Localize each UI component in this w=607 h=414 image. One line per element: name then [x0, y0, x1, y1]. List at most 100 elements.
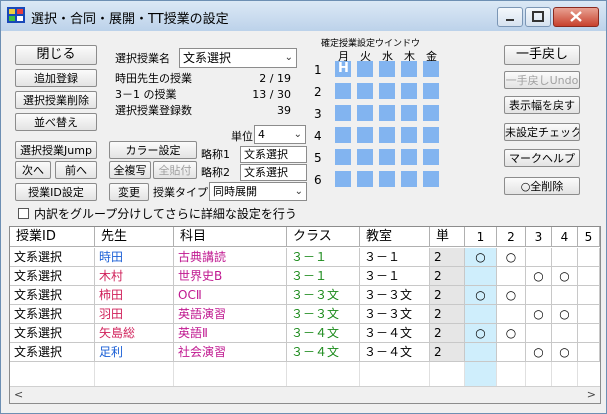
table-cell-teacher[interactable]: 時田: [95, 248, 174, 267]
period-mark-cell[interactable]: ○: [526, 267, 552, 286]
period-mark-cell[interactable]: [497, 267, 526, 286]
grid-cell[interactable]: [379, 171, 395, 187]
maximize-button[interactable]: [525, 7, 551, 27]
table-cell-subject[interactable]: 英語演習: [174, 305, 287, 324]
grid-cell[interactable]: [357, 171, 373, 187]
period-mark-cell[interactable]: [578, 305, 600, 324]
scroll-right-icon[interactable]: >: [587, 387, 596, 403]
table-cell-room[interactable]: ３－３文: [360, 286, 430, 305]
selected-lesson-combo[interactable]: 文系選択 ⌄: [179, 48, 297, 68]
group-detail-checkbox[interactable]: [18, 208, 29, 219]
period-mark-cell[interactable]: ○: [552, 343, 578, 362]
restore-width-button[interactable]: 表示幅を戻す: [504, 96, 580, 114]
table-cell-id[interactable]: 文系選択: [10, 343, 95, 362]
abbr2-input[interactable]: 文系選択: [240, 164, 307, 181]
grid-cell[interactable]: [423, 149, 439, 165]
grid-cell[interactable]: [423, 171, 439, 187]
grid-cell[interactable]: [401, 61, 417, 77]
period-mark-cell[interactable]: [552, 286, 578, 305]
table-cell-subject[interactable]: 英語Ⅱ: [174, 324, 287, 343]
period-mark-cell[interactable]: ○: [497, 324, 526, 343]
grid-cell[interactable]: H: [335, 61, 351, 77]
sort-button[interactable]: 並べ替え: [15, 113, 97, 131]
mark-help-button[interactable]: マークヘルプ: [504, 149, 580, 167]
period-mark-cell[interactable]: [526, 248, 552, 267]
table-cell-room[interactable]: ３－１: [360, 267, 430, 286]
table-cell-room[interactable]: ３－４文: [360, 343, 430, 362]
period-mark-cell[interactable]: [552, 324, 578, 343]
table-cell-id[interactable]: 文系選択: [10, 305, 95, 324]
grid-cell[interactable]: [379, 83, 395, 99]
table-cell-klass[interactable]: ３－３文: [287, 286, 360, 305]
add-button[interactable]: 追加登録: [15, 69, 97, 87]
next-button[interactable]: 次へ: [15, 161, 51, 179]
grid-cell[interactable]: [335, 83, 351, 99]
period-mark-cell[interactable]: ○: [526, 305, 552, 324]
period-mark-cell[interactable]: [526, 286, 552, 305]
table-cell-klass[interactable]: ３－１: [287, 248, 360, 267]
lesson-type-combo[interactable]: 同時展開 ⌄: [209, 182, 307, 201]
delete-selected-button[interactable]: 選択授業削除: [15, 91, 97, 109]
grid-cell[interactable]: [335, 127, 351, 143]
undo-undo-button[interactable]: 一手戻しUndo: [504, 71, 580, 89]
id-setting-button[interactable]: 授業ID設定: [15, 183, 97, 201]
color-setting-button[interactable]: カラー設定: [109, 141, 197, 159]
table-cell-unit[interactable]: 2: [430, 324, 465, 343]
period-mark-cell[interactable]: [578, 267, 600, 286]
period-mark-cell[interactable]: [497, 305, 526, 324]
grid-cell[interactable]: [423, 83, 439, 99]
table-cell-unit[interactable]: 2: [430, 305, 465, 324]
table-cell-room[interactable]: ３－４文: [360, 324, 430, 343]
grid-cell[interactable]: [379, 61, 395, 77]
grid-cell[interactable]: [423, 105, 439, 121]
grid-cell[interactable]: [335, 171, 351, 187]
column-header[interactable]: 科目: [174, 227, 287, 247]
scroll-left-icon[interactable]: <: [14, 387, 23, 403]
grid-cell[interactable]: [335, 149, 351, 165]
period-mark-cell[interactable]: [578, 286, 600, 305]
table-cell-subject[interactable]: 社会演習: [174, 343, 287, 362]
grid-cell[interactable]: [357, 61, 373, 77]
table-cell-unit[interactable]: 2: [430, 248, 465, 267]
grid-cell[interactable]: [357, 149, 373, 165]
delete-all-marks-button[interactable]: ○全削除: [504, 177, 580, 195]
copy-all-button[interactable]: 全複写: [109, 161, 151, 179]
grid-cell[interactable]: [401, 171, 417, 187]
grid-cell[interactable]: [357, 83, 373, 99]
grid-cell[interactable]: [423, 127, 439, 143]
column-header[interactable]: 5: [578, 227, 600, 247]
grid-cell[interactable]: [401, 105, 417, 121]
undo-button[interactable]: 一手戻し: [504, 45, 580, 65]
table-cell-teacher[interactable]: 柿田: [95, 286, 174, 305]
period-mark-cell[interactable]: [465, 305, 497, 324]
table-cell-klass[interactable]: ３－４文: [287, 324, 360, 343]
column-header[interactable]: 先生: [95, 227, 174, 247]
unit-combo[interactable]: 4 ⌄: [254, 125, 306, 144]
table-cell-teacher[interactable]: 羽田: [95, 305, 174, 324]
table-cell-klass[interactable]: ３－４文: [287, 343, 360, 362]
table-cell-room[interactable]: ３－３文: [360, 305, 430, 324]
table-cell-id[interactable]: 文系選択: [10, 286, 95, 305]
period-mark-cell[interactable]: [552, 248, 578, 267]
period-mark-cell[interactable]: ○: [497, 286, 526, 305]
close-button[interactable]: 閉じる: [15, 45, 97, 65]
grid-cell[interactable]: [379, 149, 395, 165]
period-mark-cell[interactable]: [465, 267, 497, 286]
horizontal-scrollbar[interactable]: < >: [10, 386, 600, 403]
period-mark-cell[interactable]: ○: [465, 248, 497, 267]
table-cell-room[interactable]: ３－１: [360, 248, 430, 267]
period-mark-cell[interactable]: ○: [497, 248, 526, 267]
unset-check-button[interactable]: 未設定チェック: [504, 123, 580, 141]
column-header[interactable]: 教室: [360, 227, 430, 247]
table-cell-teacher[interactable]: 矢島総: [95, 324, 174, 343]
change-button[interactable]: 変更: [109, 183, 149, 201]
table-cell-subject[interactable]: OCⅡ: [174, 286, 287, 305]
grid-cell[interactable]: [401, 127, 417, 143]
column-header[interactable]: 3: [526, 227, 552, 247]
column-header[interactable]: 授業ID: [10, 227, 95, 247]
abbr1-input[interactable]: 文系選択: [240, 146, 307, 163]
grid-cell[interactable]: [401, 83, 417, 99]
table-cell-subject[interactable]: 世界史B: [174, 267, 287, 286]
table-cell-unit[interactable]: 2: [430, 343, 465, 362]
period-mark-cell[interactable]: ○: [552, 305, 578, 324]
